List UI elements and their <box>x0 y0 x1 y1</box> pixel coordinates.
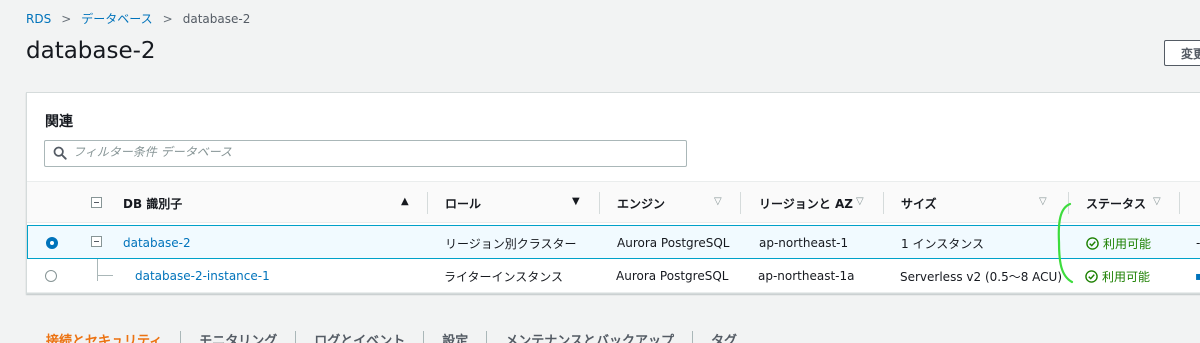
tab-maintenance-backup[interactable]: メンテナンスとバックアップ <box>487 330 692 343</box>
column-header-status[interactable]: ステータス <box>1086 182 1146 224</box>
collapse-row-icon[interactable] <box>91 236 102 247</box>
breadcrumb: RDS > データベース > database-2 <box>26 10 250 27</box>
status-label: 利用可能 <box>1102 269 1151 284</box>
row-radio[interactable] <box>45 270 57 282</box>
table-row[interactable]: database-2-instance-1 ライターインスタンス Aurora … <box>27 259 1200 293</box>
search-input[interactable] <box>73 145 673 159</box>
tab-logs-events[interactable]: ログとイベント <box>296 330 423 343</box>
tree-connector <box>97 275 113 276</box>
collapse-all-icon[interactable] <box>91 197 102 208</box>
panel-title: 関連 <box>45 114 73 130</box>
column-divider <box>740 192 741 214</box>
column-header-db-identifier[interactable]: DB 識別子 <box>123 182 182 224</box>
region-cell: ap-northeast-1a <box>758 269 855 283</box>
column-divider <box>427 192 428 214</box>
modify-button[interactable]: 変更 <box>1164 40 1200 66</box>
sort-icon[interactable]: ▽ <box>1153 196 1161 207</box>
tab-configuration[interactable]: 設定 <box>424 330 486 343</box>
engine-cell: Aurora PostgreSQL <box>617 236 730 250</box>
db-identifier-link[interactable]: database-2-instance-1 <box>135 259 270 293</box>
size-cell: Serverless v2 (0.5〜8 ACU) <box>900 269 1062 284</box>
check-circle-icon <box>1085 269 1098 283</box>
chevron-right-icon: > <box>162 11 173 26</box>
column-divider <box>599 192 600 214</box>
status-cell: 利用可能 <box>1086 226 1151 260</box>
breadcrumb-current: database-2 <box>182 11 251 26</box>
page-title: database-2 <box>26 38 156 64</box>
extra-cell: - <box>1196 236 1200 250</box>
column-header-size[interactable]: サイズ <box>901 182 937 224</box>
check-circle-icon <box>1086 236 1099 250</box>
role-cell: ライターインスタンス <box>444 269 564 284</box>
sort-icon[interactable]: ▽ <box>714 196 722 207</box>
search-icon <box>53 146 67 160</box>
row-radio-selected[interactable] <box>46 237 58 249</box>
breadcrumb-databases[interactable]: データベース <box>81 10 152 27</box>
sort-icon[interactable]: ▽ <box>856 196 864 207</box>
chevron-right-icon: > <box>61 11 72 26</box>
status-label: 利用可能 <box>1103 236 1152 251</box>
column-divider <box>883 192 884 214</box>
region-cell: ap-northeast-1 <box>759 236 849 250</box>
detail-tabs: 接続とセキュリティ モニタリング ログとイベント 設定 メンテナンスとバックアッ… <box>46 330 755 343</box>
size-cell: 1 インスタンス <box>901 236 984 251</box>
sort-icon[interactable]: ▼ <box>572 196 580 207</box>
engine-cell: Aurora PostgreSQL <box>616 269 729 283</box>
status-cell: 利用可能 <box>1085 259 1150 293</box>
extra-cell-marker: ▪ <box>1195 269 1200 283</box>
column-header-region[interactable]: リージョンと AZ <box>759 182 853 224</box>
breadcrumb-rds[interactable]: RDS <box>26 12 51 26</box>
table-header: DB 識別子 ▲ ロール ▼ エンジン ▽ リージョンと AZ ▽ サイズ ▽ … <box>27 181 1200 223</box>
db-identifier-link[interactable]: database-2 <box>123 226 191 260</box>
role-cell: リージョン別クラスター <box>445 236 577 251</box>
annotation-bracket-icon <box>1057 202 1074 284</box>
tab-connectivity-security[interactable]: 接続とセキュリティ <box>46 330 180 343</box>
sort-ascending-icon[interactable]: ▲ <box>401 196 409 207</box>
column-header-engine[interactable]: エンジン <box>617 182 665 224</box>
tab-tags[interactable]: タグ <box>693 330 755 343</box>
search-box <box>44 140 687 167</box>
sort-icon[interactable]: ▽ <box>1039 196 1047 207</box>
table-row[interactable]: database-2 リージョン別クラスター Aurora PostgreSQL… <box>27 225 1200 259</box>
tree-connector <box>97 259 98 281</box>
related-panel: 関連 DB 識別子 ▲ ロール ▼ エンジン ▽ リージョンと AZ ▽ サイズ… <box>26 92 1200 294</box>
column-divider <box>1179 192 1180 214</box>
column-header-role[interactable]: ロール <box>445 182 481 224</box>
tab-monitoring[interactable]: モニタリング <box>181 330 295 343</box>
